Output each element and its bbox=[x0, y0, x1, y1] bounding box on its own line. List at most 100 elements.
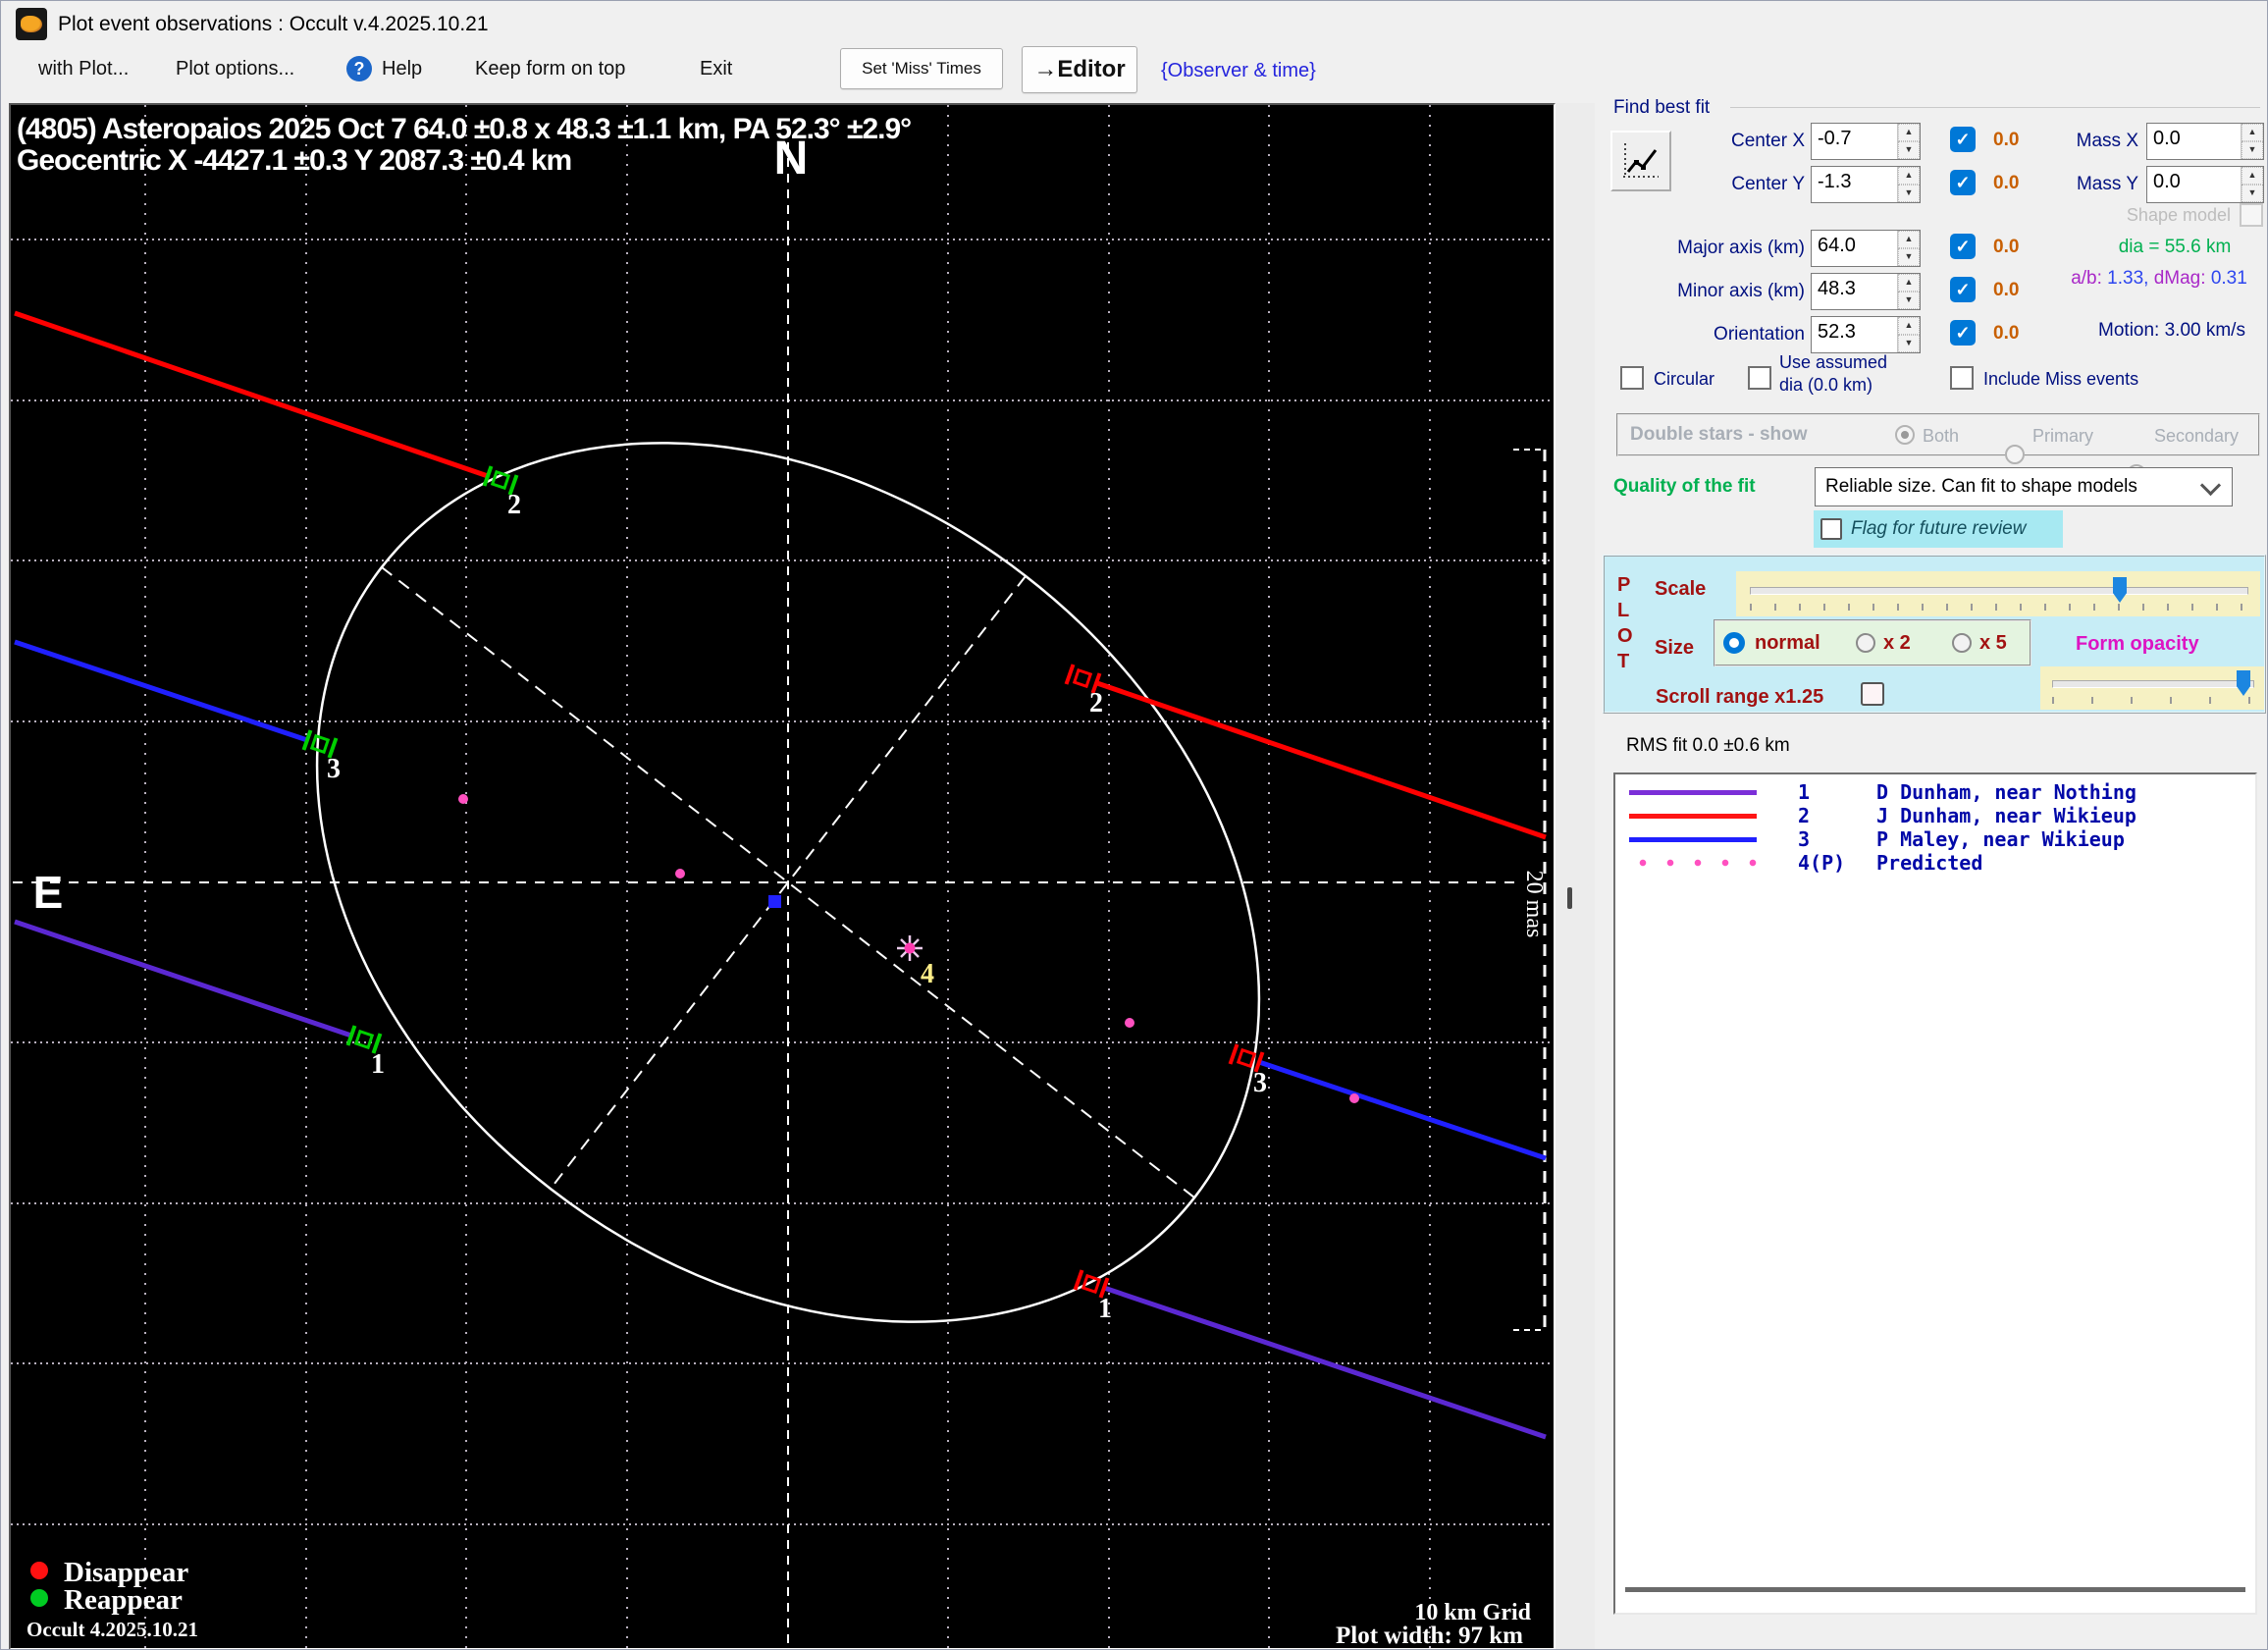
orientation-spinner[interactable]: ▲ ▼ bbox=[1897, 317, 1920, 352]
ab-dmag-readout: a/b: 1.33, dMag: 0.31 bbox=[2048, 268, 2267, 290]
editor-button[interactable]: →Editor bbox=[1022, 46, 1137, 93]
minor-axis-sigma: 0.0 bbox=[1993, 280, 2020, 300]
flag-review-strip: Flag for future review bbox=[1814, 510, 2063, 548]
flag-review-label: Flag for future review bbox=[1851, 518, 2027, 539]
spin-up-icon[interactable]: ▲ bbox=[2242, 124, 2263, 141]
scale-slider-thumb[interactable] bbox=[2113, 577, 2127, 603]
quality-label: Quality of the fit bbox=[1613, 476, 1756, 497]
quality-select[interactable]: Reliable size. Can fit to shape models bbox=[1815, 467, 2233, 506]
minor-axis-label: Minor axis (km) bbox=[1677, 281, 1805, 301]
chevron-down-icon[interactable] bbox=[2199, 474, 2222, 497]
plot-canvas[interactable]: 20 mas 2 2 3 3 1 1 4 (4805) Asteropaios … bbox=[9, 103, 1556, 1649]
spin-down-icon[interactable]: ▼ bbox=[1898, 335, 1920, 352]
spin-up-icon[interactable]: ▲ bbox=[1898, 124, 1920, 141]
app-icon-glyph bbox=[21, 16, 42, 32]
legend-swatch-4 bbox=[1629, 859, 1765, 867]
spin-down-icon[interactable]: ▼ bbox=[2242, 185, 2263, 202]
size-x2-radio[interactable] bbox=[1856, 633, 1875, 653]
major-axis-field[interactable]: 64.0 ▲ ▼ bbox=[1811, 230, 1921, 267]
spin-up-icon[interactable]: ▲ bbox=[1898, 274, 1920, 292]
spin-down-icon[interactable]: ▼ bbox=[1898, 248, 1920, 266]
double-stars-both-radio[interactable] bbox=[1895, 425, 1915, 445]
shape-model-checkbox[interactable] bbox=[2240, 203, 2263, 227]
include-miss-checkbox[interactable] bbox=[1950, 366, 1974, 390]
observations-list[interactable]: 1 D Dunham, near Nothing 2 J Dunham, nea… bbox=[1613, 772, 2257, 1615]
center-x-field[interactable]: -0.7 ▲ ▼ bbox=[1811, 123, 1921, 160]
center-y-value[interactable]: -1.3 bbox=[1812, 167, 1897, 202]
app-icon bbox=[16, 8, 47, 40]
center-y-fit-checkbox[interactable]: ✓ bbox=[1950, 170, 1976, 195]
observer-time-button[interactable]: {Observer & time} bbox=[1161, 60, 1316, 82]
center-y-spinner[interactable]: ▲ ▼ bbox=[1897, 167, 1920, 202]
legend-num-2: 2 bbox=[1798, 804, 1811, 827]
major-axis-value[interactable]: 64.0 bbox=[1812, 231, 1897, 266]
legend-swatch-3 bbox=[1629, 837, 1757, 842]
orientation-field[interactable]: 52.3 ▲ ▼ bbox=[1811, 316, 1921, 353]
menu-plot-options[interactable]: Plot options... bbox=[176, 58, 294, 80]
center-x-label: Center X bbox=[1731, 131, 1805, 151]
spin-up-icon[interactable]: ▲ bbox=[1898, 317, 1920, 335]
menu-keep-on-top[interactable]: Keep form on top bbox=[475, 58, 625, 80]
legend-swatch-1 bbox=[1629, 790, 1757, 795]
mass-x-field[interactable]: 0.0 ▲ ▼ bbox=[2146, 123, 2264, 160]
mass-x-spinner[interactable]: ▲ ▼ bbox=[2241, 124, 2263, 159]
splitter-handle[interactable] bbox=[1567, 887, 1572, 909]
minor-axis-spinner[interactable]: ▲ ▼ bbox=[1897, 274, 1920, 309]
double-stars-secondary-label: Secondary bbox=[2154, 426, 2240, 446]
mass-y-field[interactable]: 0.0 ▲ ▼ bbox=[2146, 166, 2264, 203]
center-x-value[interactable]: -0.7 bbox=[1812, 124, 1897, 159]
mass-y-value[interactable]: 0.0 bbox=[2147, 167, 2241, 202]
scroll-range-checkbox[interactable] bbox=[1861, 682, 1884, 706]
menu-help[interactable]: Help bbox=[382, 58, 422, 80]
spin-down-icon[interactable]: ▼ bbox=[1898, 141, 1920, 159]
center-y-field[interactable]: -1.3 ▲ ▼ bbox=[1811, 166, 1921, 203]
mass-x-value[interactable]: 0.0 bbox=[2147, 124, 2241, 159]
orientation-value[interactable]: 52.3 bbox=[1812, 317, 1897, 352]
spin-up-icon[interactable]: ▲ bbox=[2242, 167, 2263, 185]
orientation-fit-checkbox[interactable]: ✓ bbox=[1950, 320, 1976, 346]
mass-y-spinner[interactable]: ▲ ▼ bbox=[2241, 167, 2263, 202]
double-stars-primary-radio[interactable] bbox=[2005, 445, 2025, 464]
minor-axis-field[interactable]: 48.3 ▲ ▼ bbox=[1811, 273, 1921, 310]
set-miss-times-button[interactable]: Set 'Miss' Times bbox=[840, 48, 1003, 89]
minor-axis-value[interactable]: 48.3 bbox=[1812, 274, 1897, 309]
form-opacity-thumb[interactable] bbox=[2237, 670, 2250, 696]
flag-review-checkbox[interactable] bbox=[1820, 518, 1842, 540]
compass-east-label: E bbox=[33, 867, 64, 918]
app-window: Plot event observations : Occult v.4.202… bbox=[0, 0, 2268, 1650]
use-assumed-dia-checkbox[interactable] bbox=[1748, 366, 1771, 390]
legend-name-2: J Dunham, near Wikieup bbox=[1876, 804, 2136, 827]
quality-value: Reliable size. Can fit to shape models bbox=[1825, 476, 2137, 497]
spin-up-icon[interactable]: ▲ bbox=[1898, 167, 1920, 185]
marker-label-d3: 3 bbox=[1253, 1068, 1267, 1098]
center-x-sigma: 0.0 bbox=[1993, 130, 2020, 150]
size-normal-radio[interactable] bbox=[1723, 632, 1745, 654]
spin-up-icon[interactable]: ▲ bbox=[1898, 231, 1920, 248]
spin-down-icon[interactable]: ▼ bbox=[1898, 292, 1920, 309]
size-x2-label: x 2 bbox=[1883, 632, 1911, 654]
size-x5-radio[interactable] bbox=[1952, 633, 1972, 653]
major-axis-spinner[interactable]: ▲ ▼ bbox=[1897, 231, 1920, 266]
major-axis-fit-checkbox[interactable]: ✓ bbox=[1950, 234, 1976, 259]
form-opacity-slider[interactable] bbox=[2040, 666, 2264, 710]
form-opacity-track[interactable] bbox=[2052, 680, 2254, 688]
marker-label-d2: 2 bbox=[1089, 688, 1103, 719]
scale-slider-track[interactable] bbox=[1750, 587, 2248, 595]
list-scrollbar[interactable] bbox=[1625, 1587, 2245, 1592]
scale-slider[interactable] bbox=[1736, 571, 2260, 616]
double-stars-primary-label: Primary bbox=[2032, 426, 2093, 446]
splitter-gutter bbox=[1556, 103, 1595, 1649]
plot-letter-l: L bbox=[1617, 600, 1630, 621]
center-x-spinner[interactable]: ▲ ▼ bbox=[1897, 124, 1920, 159]
circular-checkbox[interactable] bbox=[1620, 366, 1644, 390]
menu-with-plot[interactable]: with Plot... bbox=[38, 58, 129, 80]
rms-fit-label: RMS fit 0.0 ±0.6 km bbox=[1626, 735, 1790, 756]
help-icon[interactable]: ? bbox=[346, 56, 372, 81]
spin-down-icon[interactable]: ▼ bbox=[2242, 141, 2263, 159]
menu-exit[interactable]: Exit bbox=[700, 58, 732, 80]
center-x-fit-checkbox[interactable]: ✓ bbox=[1950, 127, 1976, 152]
orientation-sigma: 0.0 bbox=[1993, 323, 2020, 344]
find-best-fit-title: Find best fit bbox=[1613, 97, 1711, 118]
spin-down-icon[interactable]: ▼ bbox=[1898, 185, 1920, 202]
minor-axis-fit-checkbox[interactable]: ✓ bbox=[1950, 277, 1976, 302]
